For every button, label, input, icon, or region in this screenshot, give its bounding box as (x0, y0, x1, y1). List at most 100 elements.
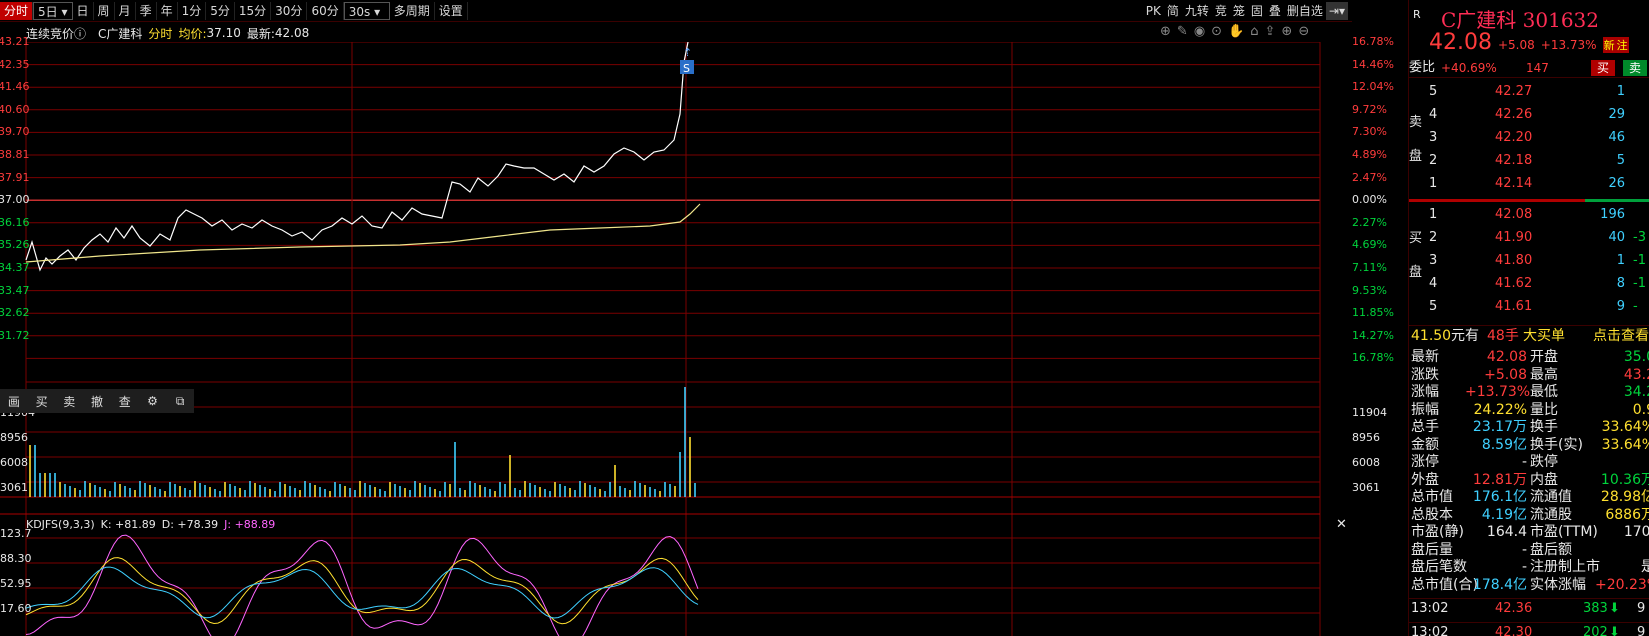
fix-button[interactable]: 固 (1248, 2, 1266, 20)
pen-icon[interactable]: ✎ (1177, 24, 1188, 39)
tab-15min[interactable]: 15分 (235, 1, 272, 20)
gear-icon[interactable]: ⚙ (139, 394, 167, 408)
kdj-d: D: +78.39 (161, 518, 219, 531)
r-flag: R (1413, 8, 1421, 21)
bid-volume: 196 (1600, 207, 1625, 222)
ask-row[interactable]: 3 42.20 46 (1409, 128, 1649, 148)
stat-value-2: 170. (1623, 524, 1649, 540)
tab-month[interactable]: 月 (115, 1, 136, 20)
tab-year[interactable]: 年 (157, 1, 178, 20)
stat-row: 涨跌 +5.08最高 43.2 (1409, 366, 1649, 384)
tab-30min[interactable]: 30分 (271, 1, 308, 20)
stat-value: 24.22% (1473, 401, 1527, 418)
simple-button[interactable]: 简 (1164, 2, 1182, 20)
stat-value: 8.59亿 (1481, 436, 1527, 453)
big-order-price: 41.50 (1411, 328, 1452, 344)
overlay-button[interactable]: 叠 (1266, 2, 1284, 20)
draw-button[interactable]: 画 (0, 393, 28, 410)
bid-row[interactable]: 2 41.90 40 -3 (1409, 228, 1649, 248)
zoom-out-icon[interactable]: ⊖ (1298, 24, 1309, 39)
close-icon[interactable]: ✕ (1336, 517, 1347, 532)
ask-row[interactable]: 5 42.27 1 (1409, 82, 1649, 102)
info-circle-icon[interactable]: ⓘ (74, 25, 86, 42)
auction-button[interactable]: 竞 (1212, 2, 1230, 20)
query-button[interactable]: 查 (111, 393, 139, 410)
trade-toolbar: 画 买 卖 撤 查 ⚙ ⧉ (0, 389, 194, 413)
tab-60min[interactable]: 60分 (307, 1, 344, 20)
tab-multi-period[interactable]: 多周期 (390, 1, 435, 20)
tick-price: 42.30 (1495, 625, 1533, 636)
lock-icon[interactable]: ⌂ (1250, 24, 1258, 39)
big-order-link[interactable]: 点击查看 (1593, 326, 1649, 346)
zoom-in-icon[interactable]: ⊕ (1281, 24, 1292, 39)
bid-row[interactable]: 1 42.08 196 (1409, 205, 1649, 225)
crosshair-icon[interactable]: ⊕ (1160, 24, 1171, 39)
tick-row: 13:02 42.30 202 ⬇ 9 (1409, 622, 1649, 636)
stat-value-2: 0.9 (1632, 401, 1649, 418)
tab-30s[interactable]: 30s ▾ (343, 1, 390, 20)
kdj-d-line (25, 566, 699, 619)
stat-label: 涨幅 (1411, 384, 1439, 400)
stat-value: - (1521, 454, 1527, 470)
stat-value: 176.1亿 (1472, 489, 1527, 505)
window-icon[interactable]: ⧉ (166, 394, 194, 409)
tick-price: 42.36 (1495, 601, 1533, 616)
stat-label: 盘后量 (1411, 541, 1453, 558)
zoom-icon[interactable]: ⊙ (1211, 24, 1222, 39)
big-order-row[interactable]: 41.50 元有 48手 大买单 点击查看 (1409, 325, 1649, 345)
bid-level: 2 (1429, 230, 1438, 245)
stat-row: 市盈(静) 164.4市盈(TTM) 170. (1409, 523, 1649, 541)
tick-volume: 202 (1583, 625, 1608, 636)
volume-tick: 8956 (0, 431, 28, 444)
chevron-down-icon: ▾ (61, 4, 68, 19)
ask-volume: 29 (1608, 107, 1625, 122)
cage-button[interactable]: 笼 (1230, 2, 1248, 20)
tab-fenshi[interactable]: 分时 (0, 1, 34, 20)
tab-5min[interactable]: 5分 (206, 1, 235, 20)
sell-button[interactable]: 卖 (55, 393, 83, 410)
tab-1min[interactable]: 1分 (178, 1, 207, 20)
stat-label: 总股本 (1411, 506, 1453, 523)
bid-change: -1 (1633, 276, 1646, 291)
hand-icon[interactable]: ✋ (1228, 24, 1244, 39)
volume-tick-right: 6008 (1352, 456, 1380, 469)
stat-row: 涨幅 +13.73%最低 34.2 (1409, 383, 1649, 401)
price-line: 42.08 +5.08 +13.73% 新 注 (1409, 30, 1649, 55)
last-label: 最新: (246, 26, 275, 41)
stat-label: 总手 (1411, 419, 1439, 435)
percent-tick: 0.00% (1352, 193, 1387, 207)
jiuzhuan-button[interactable]: 九转 (1182, 2, 1212, 20)
settings-button[interactable]: 设置 (435, 1, 468, 20)
eye-icon[interactable]: ◉ (1194, 24, 1205, 39)
ask-row[interactable]: 1 42.14 26 (1409, 174, 1649, 194)
stat-value: 4.19亿 (1481, 506, 1527, 523)
stat-value-2: 43.2 (1623, 366, 1649, 383)
buy-button[interactable]: 买 (28, 393, 56, 410)
bid-price: 41.61 (1495, 299, 1533, 314)
tab-week[interactable]: 周 (94, 1, 115, 20)
tab-5day[interactable]: 5日 ▾ (33, 1, 73, 20)
intraday-chart[interactable]: S⇡ (0, 42, 1352, 636)
bid-row[interactable]: 3 41.80 1 -1 (1409, 251, 1649, 271)
tab-day[interactable]: 日 (73, 1, 94, 20)
ask-row[interactable]: 2 42.18 5 (1409, 151, 1649, 171)
pk-button[interactable]: PK (1143, 2, 1164, 20)
percent-tick: 2.27% (1352, 215, 1387, 229)
quick-buy-button[interactable]: 买 (1591, 60, 1616, 76)
collapse-panel-icon[interactable]: ⇥▾ (1325, 2, 1348, 20)
export-icon[interactable]: ⇪ (1265, 24, 1276, 39)
tab-season[interactable]: 季 (136, 1, 157, 20)
kdj-name: KDJFS(9,3,3) (26, 518, 95, 531)
bid-row[interactable]: 5 41.61 9- (1409, 297, 1649, 317)
percent-tick: 4.89% (1352, 148, 1387, 161)
kdj-tick: 88.30 (0, 552, 32, 565)
stat-label-2: 流通值 (1530, 489, 1572, 505)
remove-watchlist-button[interactable]: 删自选 (1284, 2, 1326, 20)
price-tick: 37.91 (0, 170, 30, 184)
quick-sell-button[interactable]: 卖 (1623, 60, 1648, 76)
stat-row: 振幅 24.22%量比 0.9 (1409, 401, 1649, 419)
ask-row[interactable]: 4 42.26 29 (1409, 105, 1649, 125)
percent-tick: 9.72% (1352, 102, 1387, 116)
cancel-order-button[interactable]: 撤 (83, 393, 111, 410)
bid-row[interactable]: 4 41.62 8 -1 (1409, 274, 1649, 294)
